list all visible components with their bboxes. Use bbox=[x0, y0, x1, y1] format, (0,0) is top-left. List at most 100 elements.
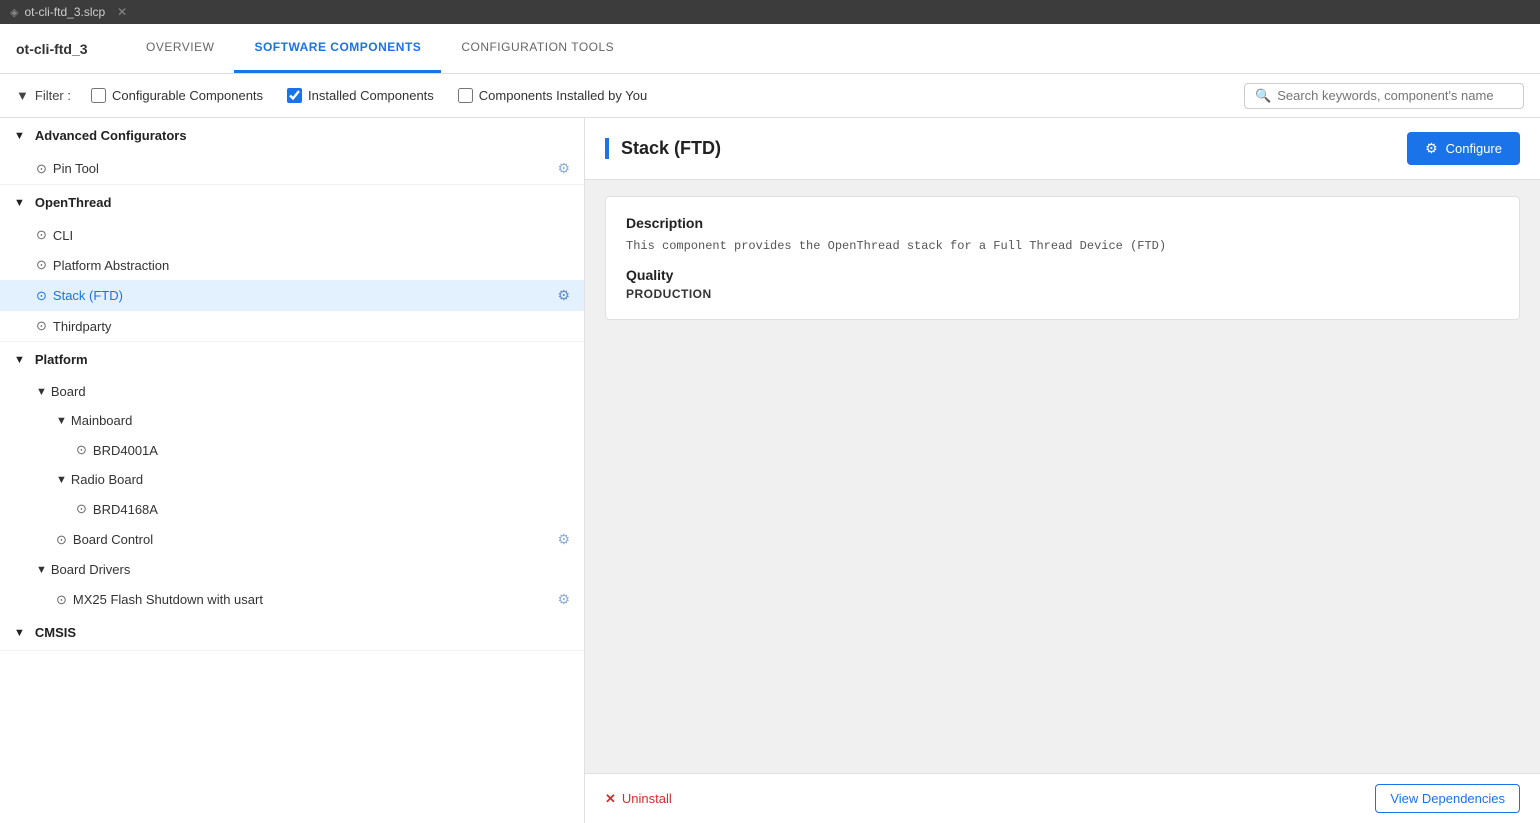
filter-label: ▼ Filter : bbox=[16, 88, 71, 103]
installed-components-checkbox[interactable] bbox=[287, 88, 302, 103]
tree-item-label: MX25 Flash Shutdown with usart bbox=[73, 592, 263, 607]
search-box: 🔍 bbox=[1244, 83, 1524, 109]
installed-components-label[interactable]: Installed Components bbox=[308, 88, 434, 103]
tree-item-label: Board Control bbox=[73, 532, 153, 547]
subsection-label-radio-board: Radio Board bbox=[71, 472, 143, 487]
tab-overview[interactable]: OVERVIEW bbox=[126, 24, 234, 73]
configure-gear-icon: ⚙ bbox=[1425, 140, 1438, 157]
tree-subsection-cmsis[interactable]: ▼ CMSIS bbox=[0, 615, 584, 650]
tree-item-label: Pin Tool bbox=[53, 161, 99, 176]
title-bar: ◈ ot-cli-ftd_3.slcp ✕ bbox=[0, 0, 1540, 24]
tree-item-label: BRD4001A bbox=[93, 443, 158, 458]
filter-funnel-icon: ▼ bbox=[16, 88, 29, 103]
checked-icon: ⊙ bbox=[56, 592, 67, 608]
chevron-icon: ▼ bbox=[14, 354, 25, 366]
view-deps-btn-label: View Dependencies bbox=[1390, 791, 1505, 806]
app-title: ot-cli-ftd_3 bbox=[16, 41, 126, 57]
tree-item-label: Stack (FTD) bbox=[53, 288, 123, 303]
configurable-components-filter: Configurable Components bbox=[91, 88, 263, 103]
subsection-label-board: Board bbox=[51, 384, 86, 399]
uninstall-button[interactable]: ✕ Uninstall bbox=[605, 791, 672, 807]
chevron-icon: ▼ bbox=[14, 197, 25, 209]
file-icon: ◈ bbox=[10, 6, 18, 19]
configure-btn-label: Configure bbox=[1446, 141, 1502, 156]
gear-icon[interactable]: ⚙ bbox=[557, 160, 570, 177]
description-card: Description This component provides the … bbox=[605, 196, 1520, 320]
configure-button[interactable]: ⚙ Configure bbox=[1407, 132, 1520, 165]
section-platform: ▼ Platform ▼ Board ▼ Mainboard ⊙ BRD4001… bbox=[0, 342, 584, 651]
search-icon: 🔍 bbox=[1255, 88, 1271, 104]
description-heading: Description bbox=[626, 215, 1499, 231]
gear-icon[interactable]: ⚙ bbox=[557, 287, 570, 304]
uninstall-btn-label: Uninstall bbox=[622, 791, 672, 806]
chevron-icon: ▼ bbox=[56, 474, 67, 486]
subsection-label-board-drivers: Board Drivers bbox=[51, 562, 130, 577]
tree-item-label: Platform Abstraction bbox=[53, 258, 169, 273]
tree-item-stack-ftd[interactable]: ⊙ Stack (FTD) ⚙ bbox=[0, 280, 584, 311]
tree-item-label: CLI bbox=[53, 228, 73, 243]
title-bar-label: ot-cli-ftd_3.slcp bbox=[24, 5, 105, 19]
tree-item-board-control[interactable]: ⊙ Board Control ⚙ bbox=[0, 524, 584, 555]
checked-icon: ⊙ bbox=[36, 161, 47, 177]
chevron-icon: ▼ bbox=[36, 564, 47, 576]
sidebar: ▼ Advanced Configurators ⊙ Pin Tool ⚙ ▼ … bbox=[0, 118, 585, 823]
section-header-openthread[interactable]: ▼ OpenThread bbox=[0, 185, 584, 220]
tree-item-label: Thirdparty bbox=[53, 319, 112, 334]
checked-icon: ⊙ bbox=[36, 257, 47, 273]
description-text: This component provides the OpenThread s… bbox=[626, 239, 1499, 253]
checked-icon-selected: ⊙ bbox=[36, 288, 47, 304]
uninstall-x-icon: ✕ bbox=[605, 791, 616, 807]
tabs: OVERVIEW SOFTWARE COMPONENTS CONFIGURATI… bbox=[126, 24, 634, 73]
tree-subsection-mainboard[interactable]: ▼ Mainboard bbox=[0, 406, 584, 435]
installed-by-you-filter: Components Installed by You bbox=[458, 88, 647, 103]
tree-item-pin-tool[interactable]: ⊙ Pin Tool ⚙ bbox=[0, 153, 584, 184]
search-input[interactable] bbox=[1277, 88, 1513, 103]
title-bar-close-icon[interactable]: ✕ bbox=[117, 5, 127, 19]
tree-item-brd4168a[interactable]: ⊙ BRD4168A bbox=[0, 494, 584, 524]
section-label-advanced-configurators: Advanced Configurators bbox=[35, 128, 187, 143]
installed-by-you-label[interactable]: Components Installed by You bbox=[479, 88, 647, 103]
component-title: Stack (FTD) bbox=[605, 138, 1407, 159]
chevron-icon: ▼ bbox=[56, 415, 67, 427]
right-panel-header: Stack (FTD) ⚙ Configure bbox=[585, 118, 1540, 180]
installed-by-you-checkbox[interactable] bbox=[458, 88, 473, 103]
section-advanced-configurators: ▼ Advanced Configurators ⊙ Pin Tool ⚙ bbox=[0, 118, 584, 185]
configurable-components-label[interactable]: Configurable Components bbox=[112, 88, 263, 103]
right-panel: Stack (FTD) ⚙ Configure Description This… bbox=[585, 118, 1540, 823]
tree-subsection-board[interactable]: ▼ Board bbox=[0, 377, 584, 406]
section-label-platform: Platform bbox=[35, 352, 88, 367]
section-header-advanced-configurators[interactable]: ▼ Advanced Configurators bbox=[0, 118, 584, 153]
configurable-components-checkbox[interactable] bbox=[91, 88, 106, 103]
tree-item-cli[interactable]: ⊙ CLI bbox=[0, 220, 584, 250]
quality-heading: Quality bbox=[626, 267, 1499, 283]
tab-software-components[interactable]: SOFTWARE COMPONENTS bbox=[234, 24, 441, 73]
checked-icon: ⊙ bbox=[76, 442, 87, 458]
tab-configuration-tools[interactable]: CONFIGURATION TOOLS bbox=[441, 24, 634, 73]
main-header: ot-cli-ftd_3 OVERVIEW SOFTWARE COMPONENT… bbox=[0, 24, 1540, 74]
tree-subsection-radio-board[interactable]: ▼ Radio Board bbox=[0, 465, 584, 494]
tree-item-platform-abstraction[interactable]: ⊙ Platform Abstraction bbox=[0, 250, 584, 280]
tree-item-brd4001a[interactable]: ⊙ BRD4001A bbox=[0, 435, 584, 465]
view-dependencies-button[interactable]: View Dependencies bbox=[1375, 784, 1520, 813]
right-panel-footer: ✕ Uninstall View Dependencies bbox=[585, 773, 1540, 823]
installed-components-filter: Installed Components bbox=[287, 88, 434, 103]
section-openthread: ▼ OpenThread ⊙ CLI ⊙ Platform Abstractio… bbox=[0, 185, 584, 342]
tree-item-mx25-flash[interactable]: ⊙ MX25 Flash Shutdown with usart ⚙ bbox=[0, 584, 584, 615]
tree-item-label: BRD4168A bbox=[93, 502, 158, 517]
checked-icon: ⊙ bbox=[56, 532, 67, 548]
tree-item-thirdparty[interactable]: ⊙ Thirdparty bbox=[0, 311, 584, 341]
section-header-platform[interactable]: ▼ Platform bbox=[0, 342, 584, 377]
filter-bar: ▼ Filter : Configurable Components Insta… bbox=[0, 74, 1540, 118]
gear-icon[interactable]: ⚙ bbox=[557, 591, 570, 608]
checked-icon: ⊙ bbox=[36, 227, 47, 243]
quality-value: PRODUCTION bbox=[626, 287, 1499, 301]
subsection-label-mainboard: Mainboard bbox=[71, 413, 132, 428]
subsection-label-cmsis: CMSIS bbox=[35, 625, 76, 640]
content-area: ▼ Advanced Configurators ⊙ Pin Tool ⚙ ▼ … bbox=[0, 118, 1540, 823]
tree-subsection-board-drivers[interactable]: ▼ Board Drivers bbox=[0, 555, 584, 584]
chevron-icon: ▼ bbox=[14, 130, 25, 142]
checked-icon: ⊙ bbox=[36, 318, 47, 334]
chevron-icon: ▼ bbox=[36, 386, 47, 398]
section-label-openthread: OpenThread bbox=[35, 195, 112, 210]
gear-icon[interactable]: ⚙ bbox=[557, 531, 570, 548]
